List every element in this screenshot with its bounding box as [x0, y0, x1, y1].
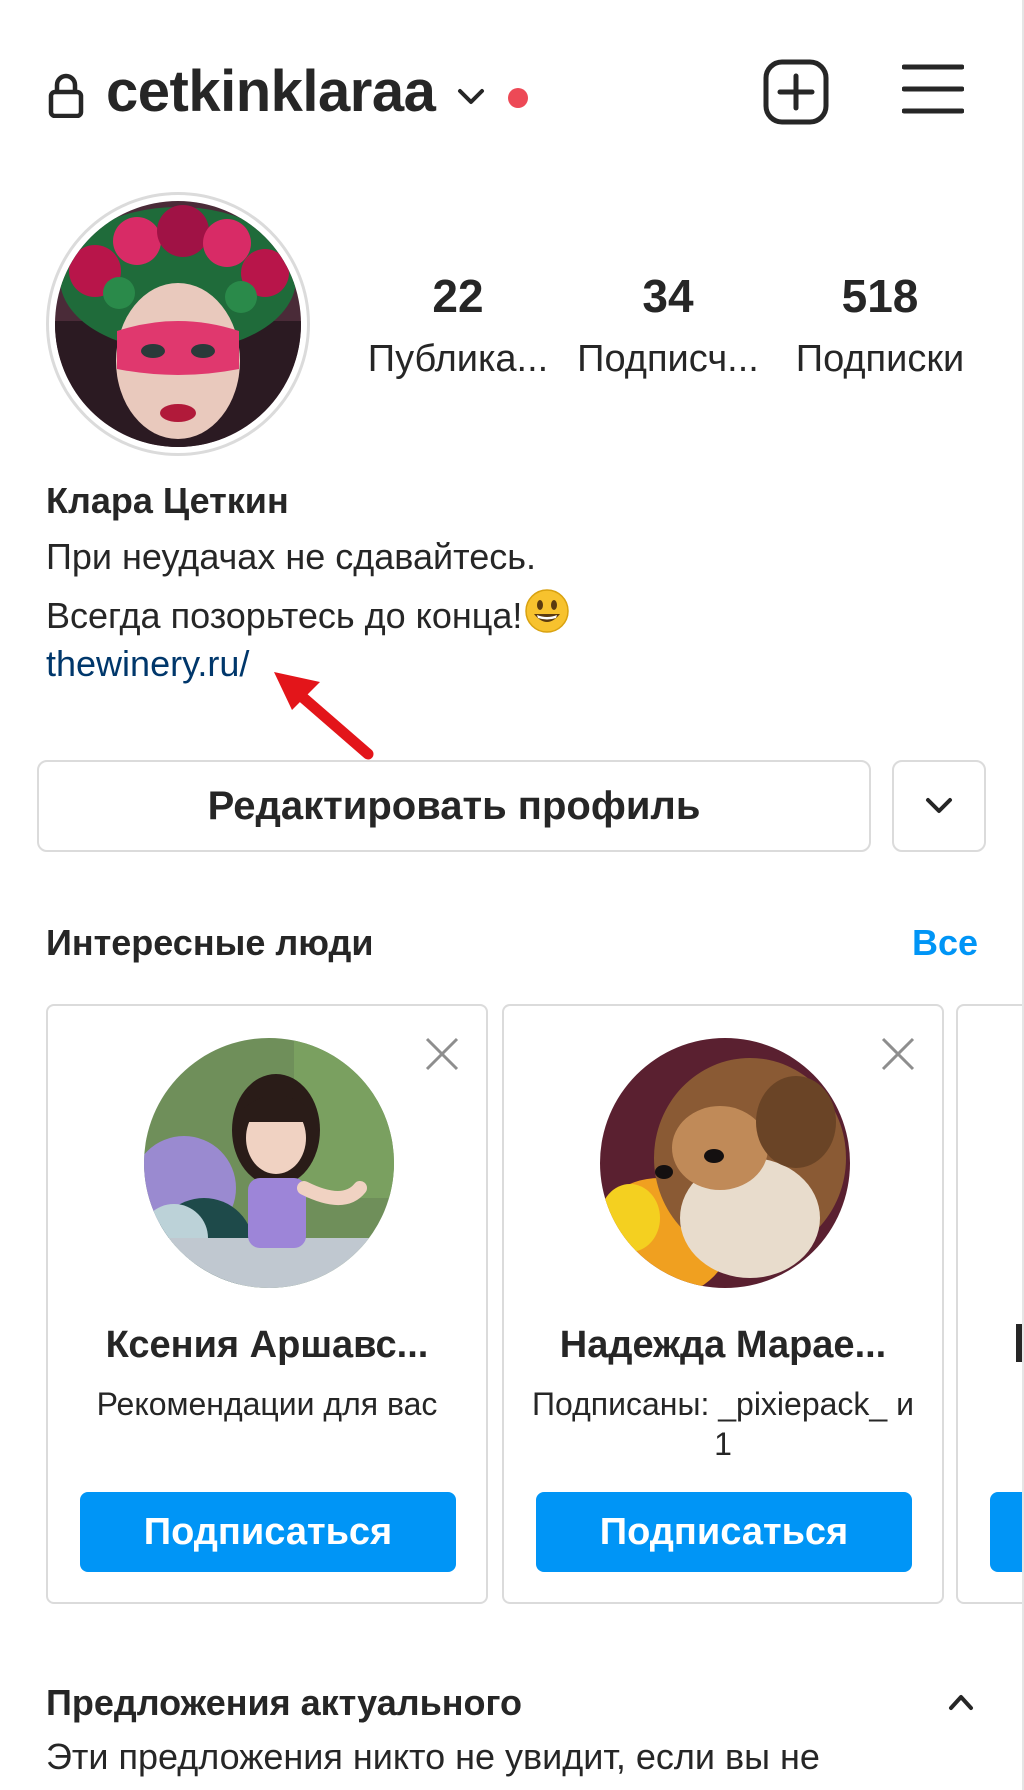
hamburger-menu-icon[interactable] [902, 62, 964, 116]
stat-following-value: 518 [841, 270, 919, 322]
profile-header: cetkinklaraa [0, 0, 1024, 180]
stat-following[interactable]: 518 Подписки [780, 268, 980, 384]
highlights-title: Предложения актуального [46, 1682, 522, 1723]
chevron-down-icon[interactable] [456, 86, 486, 108]
stat-followers-label: Подписч... [577, 338, 759, 380]
edit-profile-button[interactable]: Редактировать профиль [37, 760, 871, 852]
suggestion-card[interactable]: Ксения Аршавс... Рекомендации для вас По… [46, 1004, 488, 1604]
follow-button[interactable]: Подписаться [80, 1492, 456, 1572]
see-all-link[interactable]: Все [912, 922, 978, 964]
profile-page: cetkinklaraa 22 Публика... 34 Подписч...… [0, 0, 1024, 1790]
suggestion-reason: Подписаны: _pixiepack_ и 1 [532, 1386, 914, 1462]
suggestion-name[interactable]: Надежда Марае... [504, 1324, 942, 1367]
suggestion-reason: Рекомендации для вас [96, 1386, 438, 1422]
plus-square-icon[interactable] [762, 58, 830, 126]
suggestion-card[interactable]: Надежда Марае... Подписаны: _pixiepack_ … [502, 1004, 944, 1604]
bio-line-2-wrap: Всегда позорьтесь до конца! [46, 588, 570, 637]
suggestions-title: Интересные люди [46, 922, 374, 963]
close-icon[interactable] [422, 1034, 462, 1074]
suggestion-avatar[interactable] [144, 1038, 394, 1288]
avatar-image [55, 201, 301, 447]
profile-avatar[interactable] [46, 192, 310, 456]
highlights-description: Эти предложения никто не увидит, если вы… [46, 1736, 820, 1777]
chevron-down-icon [926, 798, 952, 813]
stat-followers[interactable]: 34 Подписч... [568, 268, 768, 384]
stat-followers-value: 34 [642, 270, 694, 322]
stat-following-label: Подписки [795, 338, 965, 380]
red-annotation-arrow [274, 672, 374, 760]
suggestion-avatar[interactable] [600, 1038, 850, 1288]
follow-button[interactable]: Подписаться [536, 1492, 912, 1572]
notification-dot [508, 88, 528, 108]
stat-posts[interactable]: 22 Публика... [358, 268, 558, 384]
discover-people-button[interactable] [892, 760, 986, 852]
chevron-up-icon[interactable] [946, 1690, 976, 1714]
bio-line-2: Всегда позорьтесь до конца! [46, 595, 523, 636]
bio-link[interactable]: thewinery.ru/ [46, 643, 249, 685]
full-name: Клара Цеткин [46, 480, 289, 521]
stat-posts-value: 22 [432, 270, 484, 322]
lock-icon [48, 73, 84, 118]
suggestion-name[interactable]: Ксения Аршавс... [48, 1324, 486, 1367]
bio-line-1: При неудачах не сдавайтесь. [46, 536, 536, 577]
close-icon[interactable] [878, 1034, 918, 1074]
follow-button-partial[interactable] [990, 1492, 1024, 1572]
suggestion-card-partial[interactable] [956, 1004, 1024, 1604]
stat-posts-label: Публика... [367, 338, 549, 380]
username[interactable]: cetkinklaraa [106, 58, 436, 125]
smiling-face-emoji-icon [525, 589, 570, 633]
